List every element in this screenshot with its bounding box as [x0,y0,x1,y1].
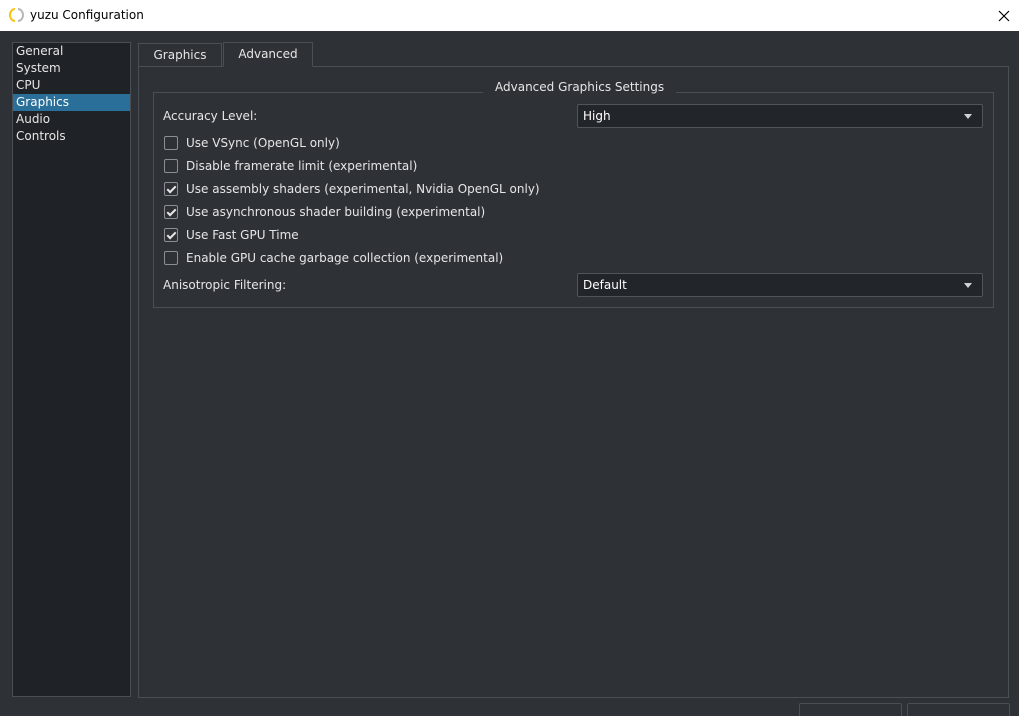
framerate-limit-label: Disable framerate limit (experimental) [186,159,418,173]
yuzu-logo-icon [9,8,24,22]
fast-gpu-time-checkbox[interactable] [164,228,178,242]
anisotropic-filtering-select[interactable]: Default [577,273,983,297]
sidebar-item-graphics[interactable]: Graphics [13,94,130,111]
window-title: yuzu Configuration [30,8,144,22]
tab-graphics[interactable]: Graphics [138,43,222,67]
close-icon [998,10,1010,21]
gpu-cache-gc-label: Enable GPU cache garbage collection (exp… [186,251,504,265]
async-shaders-label: Use asynchronous shader building (experi… [186,205,486,219]
fast-gpu-time-label: Use Fast GPU Time [186,228,299,242]
framerate-limit-checkbox-row[interactable]: Disable framerate limit (experimental) [164,158,417,174]
chevron-down-icon [964,283,972,288]
cancel-button[interactable] [907,703,1010,716]
category-list: General System CPU Graphics Audio Contro… [12,42,131,697]
gpu-cache-gc-checkbox-row[interactable]: Enable GPU cache garbage collection (exp… [164,250,503,266]
accuracy-level-label: Accuracy Level: [163,109,258,123]
sidebar-item-audio[interactable]: Audio [13,111,130,128]
close-button[interactable] [989,0,1019,31]
sidebar-item-cpu[interactable]: CPU [13,77,130,94]
anisotropic-filtering-value: Default [583,278,627,292]
sidebar-item-controls[interactable]: Controls [13,128,130,145]
sidebar-item-general[interactable]: General [13,43,130,60]
vsync-label: Use VSync (OpenGL only) [186,136,340,150]
fast-gpu-time-checkbox-row[interactable]: Use Fast GPU Time [164,227,299,243]
ok-button[interactable] [799,703,902,716]
accuracy-level-select[interactable]: High [577,104,983,128]
anisotropic-filtering-label: Anisotropic Filtering: [163,278,287,292]
accuracy-level-value: High [583,109,611,123]
async-shaders-checkbox[interactable] [164,205,178,219]
sidebar-item-system[interactable]: System [13,60,130,77]
tab-advanced[interactable]: Advanced [223,42,313,67]
group-title: Advanced Graphics Settings [483,80,677,94]
gpu-cache-gc-checkbox[interactable] [164,251,178,265]
async-shaders-checkbox-row[interactable]: Use asynchronous shader building (experi… [164,204,485,220]
assembly-shaders-label: Use assembly shaders (experimental, Nvid… [186,182,540,196]
framerate-limit-checkbox[interactable] [164,159,178,173]
title-bar: yuzu Configuration [0,0,1019,31]
assembly-shaders-checkbox[interactable] [164,182,178,196]
vsync-checkbox[interactable] [164,136,178,150]
chevron-down-icon [964,114,972,119]
assembly-shaders-checkbox-row[interactable]: Use assembly shaders (experimental, Nvid… [164,181,540,197]
vsync-checkbox-row[interactable]: Use VSync (OpenGL only) [164,135,340,151]
